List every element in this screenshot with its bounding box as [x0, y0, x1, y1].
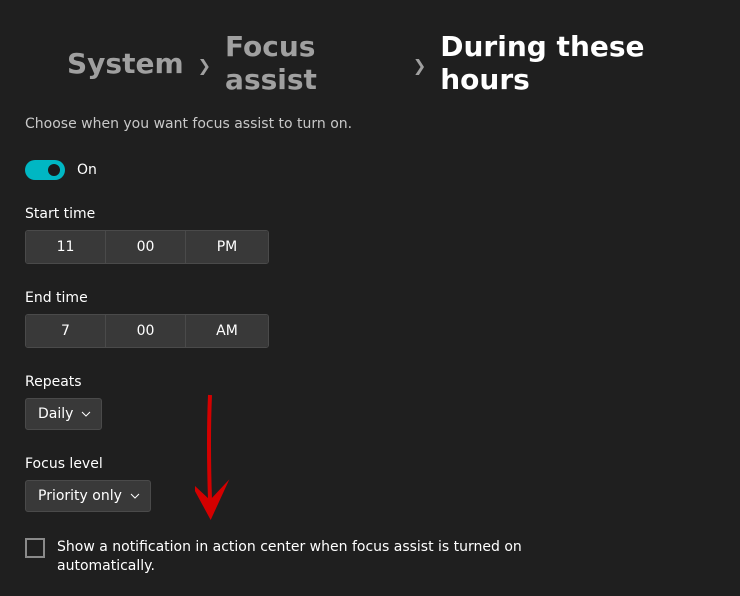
breadcrumb-system[interactable]: System [67, 47, 184, 80]
toggle-state-label: On [77, 162, 97, 178]
chevron-down-icon [81, 409, 91, 419]
start-time-hour[interactable]: 11 [26, 231, 106, 263]
repeats-value: Daily [38, 406, 73, 422]
focus-level-value: Priority only [38, 488, 122, 504]
page-description: Choose when you want focus assist to tur… [25, 116, 715, 132]
start-time-period[interactable]: PM [186, 231, 268, 263]
start-time-minute[interactable]: 00 [106, 231, 186, 263]
end-time-hour[interactable]: 7 [26, 315, 106, 347]
breadcrumb: System ❯ Focus assist ❯ During these hou… [67, 30, 715, 96]
focus-level-dropdown[interactable]: Priority only [25, 480, 151, 512]
show-notification-checkbox[interactable] [25, 538, 45, 558]
end-time-label: End time [25, 290, 715, 306]
chevron-right-icon: ❯ [413, 56, 426, 75]
breadcrumb-focus-assist[interactable]: Focus assist [225, 30, 399, 96]
breadcrumb-current: During these hours [440, 30, 715, 96]
show-notification-label: Show a notification in action center whe… [57, 538, 607, 576]
end-time-period[interactable]: AM [186, 315, 268, 347]
start-time-label: Start time [25, 206, 715, 222]
end-time-picker[interactable]: 7 00 AM [25, 314, 269, 348]
focus-level-label: Focus level [25, 456, 715, 472]
repeats-dropdown[interactable]: Daily [25, 398, 102, 430]
chevron-down-icon [130, 491, 140, 501]
focus-assist-toggle[interactable] [25, 160, 65, 180]
chevron-right-icon: ❯ [198, 56, 211, 75]
end-time-minute[interactable]: 00 [106, 315, 186, 347]
repeats-label: Repeats [25, 374, 715, 390]
start-time-picker[interactable]: 11 00 PM [25, 230, 269, 264]
